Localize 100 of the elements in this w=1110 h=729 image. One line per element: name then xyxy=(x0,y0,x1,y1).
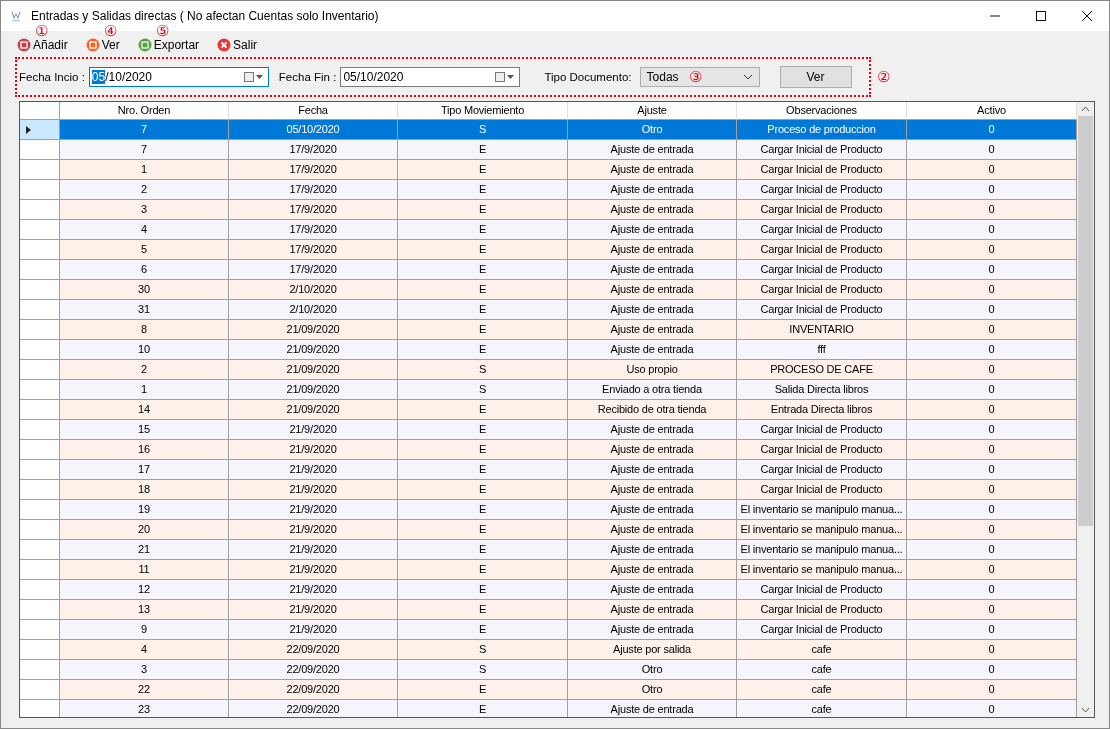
table-row[interactable]: 7 05/10/2020 S Otro Proceso de produccion 0 xyxy=(20,120,1077,140)
table-row[interactable]: 5 17/9/2020 E Ajuste de entrada Cargar Inicial de Producto 0 xyxy=(20,240,1077,260)
table-cell: 22/09/2020 xyxy=(229,700,398,717)
table-cell: 22/09/2020 xyxy=(229,680,398,700)
table-cell: 0 xyxy=(907,500,1077,520)
table-row[interactable]: 3 17/9/2020 E Ajuste de entrada Cargar Inicial de Producto 0 xyxy=(20,200,1077,220)
table-row[interactable]: 8 21/09/2020 E Ajuste de entrada INVENTARIO 0 xyxy=(20,320,1077,340)
table-cell: 14 xyxy=(60,400,229,420)
table-cell: 0 xyxy=(907,460,1077,480)
table-cell: El inventario se manipulo manua... xyxy=(737,560,907,580)
table-cell: E xyxy=(398,240,568,260)
table-cell: E xyxy=(398,600,568,620)
table-row[interactable]: 4 22/09/2020 S Ajuste por salida cafe 0 xyxy=(20,640,1077,660)
table-row[interactable]: 20 21/9/2020 E Ajuste de entrada El inventario se manipulo manua... 0 xyxy=(20,520,1077,540)
table-cell: 31 xyxy=(60,300,229,320)
table-row[interactable]: 22 22/09/2020 E Otro cafe 0 xyxy=(20,680,1077,700)
table-cell: 9 xyxy=(60,620,229,640)
table-cell: 21/09/2020 xyxy=(229,320,398,340)
table-cell: S xyxy=(398,660,568,680)
table-row[interactable]: 23 22/09/2020 E Ajuste de entrada cafe 0 xyxy=(20,700,1077,717)
table-cell: E xyxy=(398,160,568,180)
document-type-dropdown[interactable]: Todas ③ xyxy=(639,67,760,87)
table-row[interactable]: 1 21/09/2020 S Enviado a otra tienda Salida Directa libros 0 xyxy=(20,380,1077,400)
table-cell: 17/9/2020 xyxy=(229,200,398,220)
table-cell: Ajuste de entrada xyxy=(568,480,737,500)
table-row[interactable]: 4 17/9/2020 E Ajuste de entrada Cargar Inicial de Producto 0 xyxy=(20,220,1077,240)
table-cell: Ajuste de entrada xyxy=(568,580,737,600)
table-cell: S xyxy=(398,640,568,660)
annotation-number: ② xyxy=(877,69,890,85)
table-cell: Cargar Inicial de Producto xyxy=(737,280,907,300)
table-cell: Ajuste de entrada xyxy=(568,280,737,300)
table-cell: E xyxy=(398,300,568,320)
table-cell: 0 xyxy=(907,560,1077,580)
window-title: Entradas y Salidas directas ( No afectan Cuentas solo Inventario) xyxy=(31,9,379,23)
table-cell: E xyxy=(398,700,568,717)
table-cell: 21/9/2020 xyxy=(229,540,398,560)
scroll-up-icon[interactable] xyxy=(1081,106,1090,112)
table-row[interactable]: 9 21/9/2020 E Ajuste de entrada Cargar Inicial de Producto 0 xyxy=(20,620,1077,640)
table-row[interactable]: 3 22/09/2020 S Otro cafe 0 xyxy=(20,660,1077,680)
maximize-icon[interactable] xyxy=(1035,10,1047,22)
date-field[interactable]: 05/10/2020 xyxy=(340,67,521,87)
table-cell: 0 xyxy=(907,300,1077,320)
table-row[interactable]: 14 21/09/2020 E Recibido de otra tienda Entrada Directa libros 0 xyxy=(20,400,1077,420)
table-row[interactable]: 19 21/9/2020 E Ajuste de entrada El inventario se manipulo manua... 0 xyxy=(20,500,1077,520)
table-cell: 1 xyxy=(60,380,229,400)
table-cell: 20 xyxy=(60,520,229,540)
table-row[interactable]: 6 17/9/2020 E Ajuste de entrada Cargar Inicial de Producto 0 xyxy=(20,260,1077,280)
table-row[interactable]: 2 21/09/2020 S Uso propio PROCESO DE CAFE 0 xyxy=(20,360,1077,380)
table-cell: 21/09/2020 xyxy=(229,380,398,400)
table-row[interactable]: 16 21/9/2020 E Ajuste de entrada Cargar Inicial de Producto 0 xyxy=(20,440,1077,460)
toolbar-button[interactable]: Salir xyxy=(215,35,260,55)
table-row[interactable]: 11 21/9/2020 E Ajuste de entrada El inventario se manipulo manua... 0 xyxy=(20,560,1077,580)
close-icon[interactable] xyxy=(1081,10,1093,22)
table-cell: E xyxy=(398,540,568,560)
table-cell: Recibido de otra tienda xyxy=(568,400,737,420)
table-row[interactable]: 1 17/9/2020 E Ajuste de entrada Cargar Inicial de Producto 0 xyxy=(20,160,1077,180)
table-cell: Ajuste de entrada xyxy=(568,220,737,240)
table-cell: 21/9/2020 xyxy=(229,600,398,620)
table-cell: 21/09/2020 xyxy=(229,340,398,360)
table-cell: 22 xyxy=(60,680,229,700)
table-row[interactable]: 7 17/9/2020 E Ajuste de entrada Cargar Inicial de Producto 0 xyxy=(20,140,1077,160)
table-row[interactable]: 17 21/9/2020 E Ajuste de entrada Cargar Inicial de Producto 0 xyxy=(20,460,1077,480)
current-row-icon xyxy=(26,125,31,134)
scrollbar[interactable] xyxy=(1077,102,1094,717)
table-cell: INVENTARIO xyxy=(737,320,907,340)
view-button[interactable]: Ver xyxy=(779,66,852,88)
table-cell: 0 xyxy=(907,640,1077,660)
table-cell: 0 xyxy=(907,380,1077,400)
scroll-down-icon[interactable] xyxy=(1081,707,1090,713)
table-cell: fff xyxy=(737,340,907,360)
table-cell: 3 xyxy=(60,200,229,220)
table-cell: Cargar Inicial de Producto xyxy=(737,480,907,500)
table-cell: Ajuste por salida xyxy=(568,640,737,660)
table-cell: 0 xyxy=(907,580,1077,600)
table-row[interactable]: 18 21/9/2020 E Ajuste de entrada Cargar Inicial de Producto 0 xyxy=(20,480,1077,500)
table-cell: 21/9/2020 xyxy=(229,580,398,600)
table-cell: Ajuste de entrada xyxy=(568,700,737,717)
table-cell: cafe xyxy=(737,680,907,700)
table-row[interactable]: 21 21/9/2020 E Ajuste de entrada El inventario se manipulo manua... 0 xyxy=(20,540,1077,560)
table-cell: 19 xyxy=(60,500,229,520)
table-cell: E xyxy=(398,520,568,540)
table-cell: Ajuste de entrada xyxy=(568,140,737,160)
calendar-icon[interactable] xyxy=(495,72,516,82)
table-row[interactable]: 30 2/10/2020 E Ajuste de entrada Cargar Inicial de Producto 0 xyxy=(20,280,1077,300)
table-cell: Otro xyxy=(568,120,737,140)
calendar-icon[interactable] xyxy=(243,72,264,82)
table-cell: Ajuste de entrada xyxy=(568,200,737,220)
table-row[interactable]: 13 21/9/2020 E Ajuste de entrada Cargar Inicial de Producto 0 xyxy=(20,600,1077,620)
table-cell: E xyxy=(398,480,568,500)
table-cell: 4 xyxy=(60,220,229,240)
table-row[interactable]: 31 2/10/2020 E Ajuste de entrada Cargar Inicial de Producto 0 xyxy=(20,300,1077,320)
table-cell: 2/10/2020 xyxy=(229,280,398,300)
table-row[interactable]: 2 17/9/2020 E Ajuste de entrada Cargar Inicial de Producto 0 xyxy=(20,180,1077,200)
table-row[interactable]: 12 21/9/2020 E Ajuste de entrada Cargar Inicial de Producto 0 xyxy=(20,580,1077,600)
field-label: Fecha Fin : xyxy=(278,71,337,83)
table-cell: 8 xyxy=(60,320,229,340)
table-cell: 2 xyxy=(60,360,229,380)
table-row[interactable]: 15 21/9/2020 E Ajuste de entrada Cargar Inicial de Producto 0 xyxy=(20,420,1077,440)
table-cell: E xyxy=(398,580,568,600)
table-row[interactable]: 10 21/09/2020 E Ajuste de entrada fff 0 xyxy=(20,340,1077,360)
